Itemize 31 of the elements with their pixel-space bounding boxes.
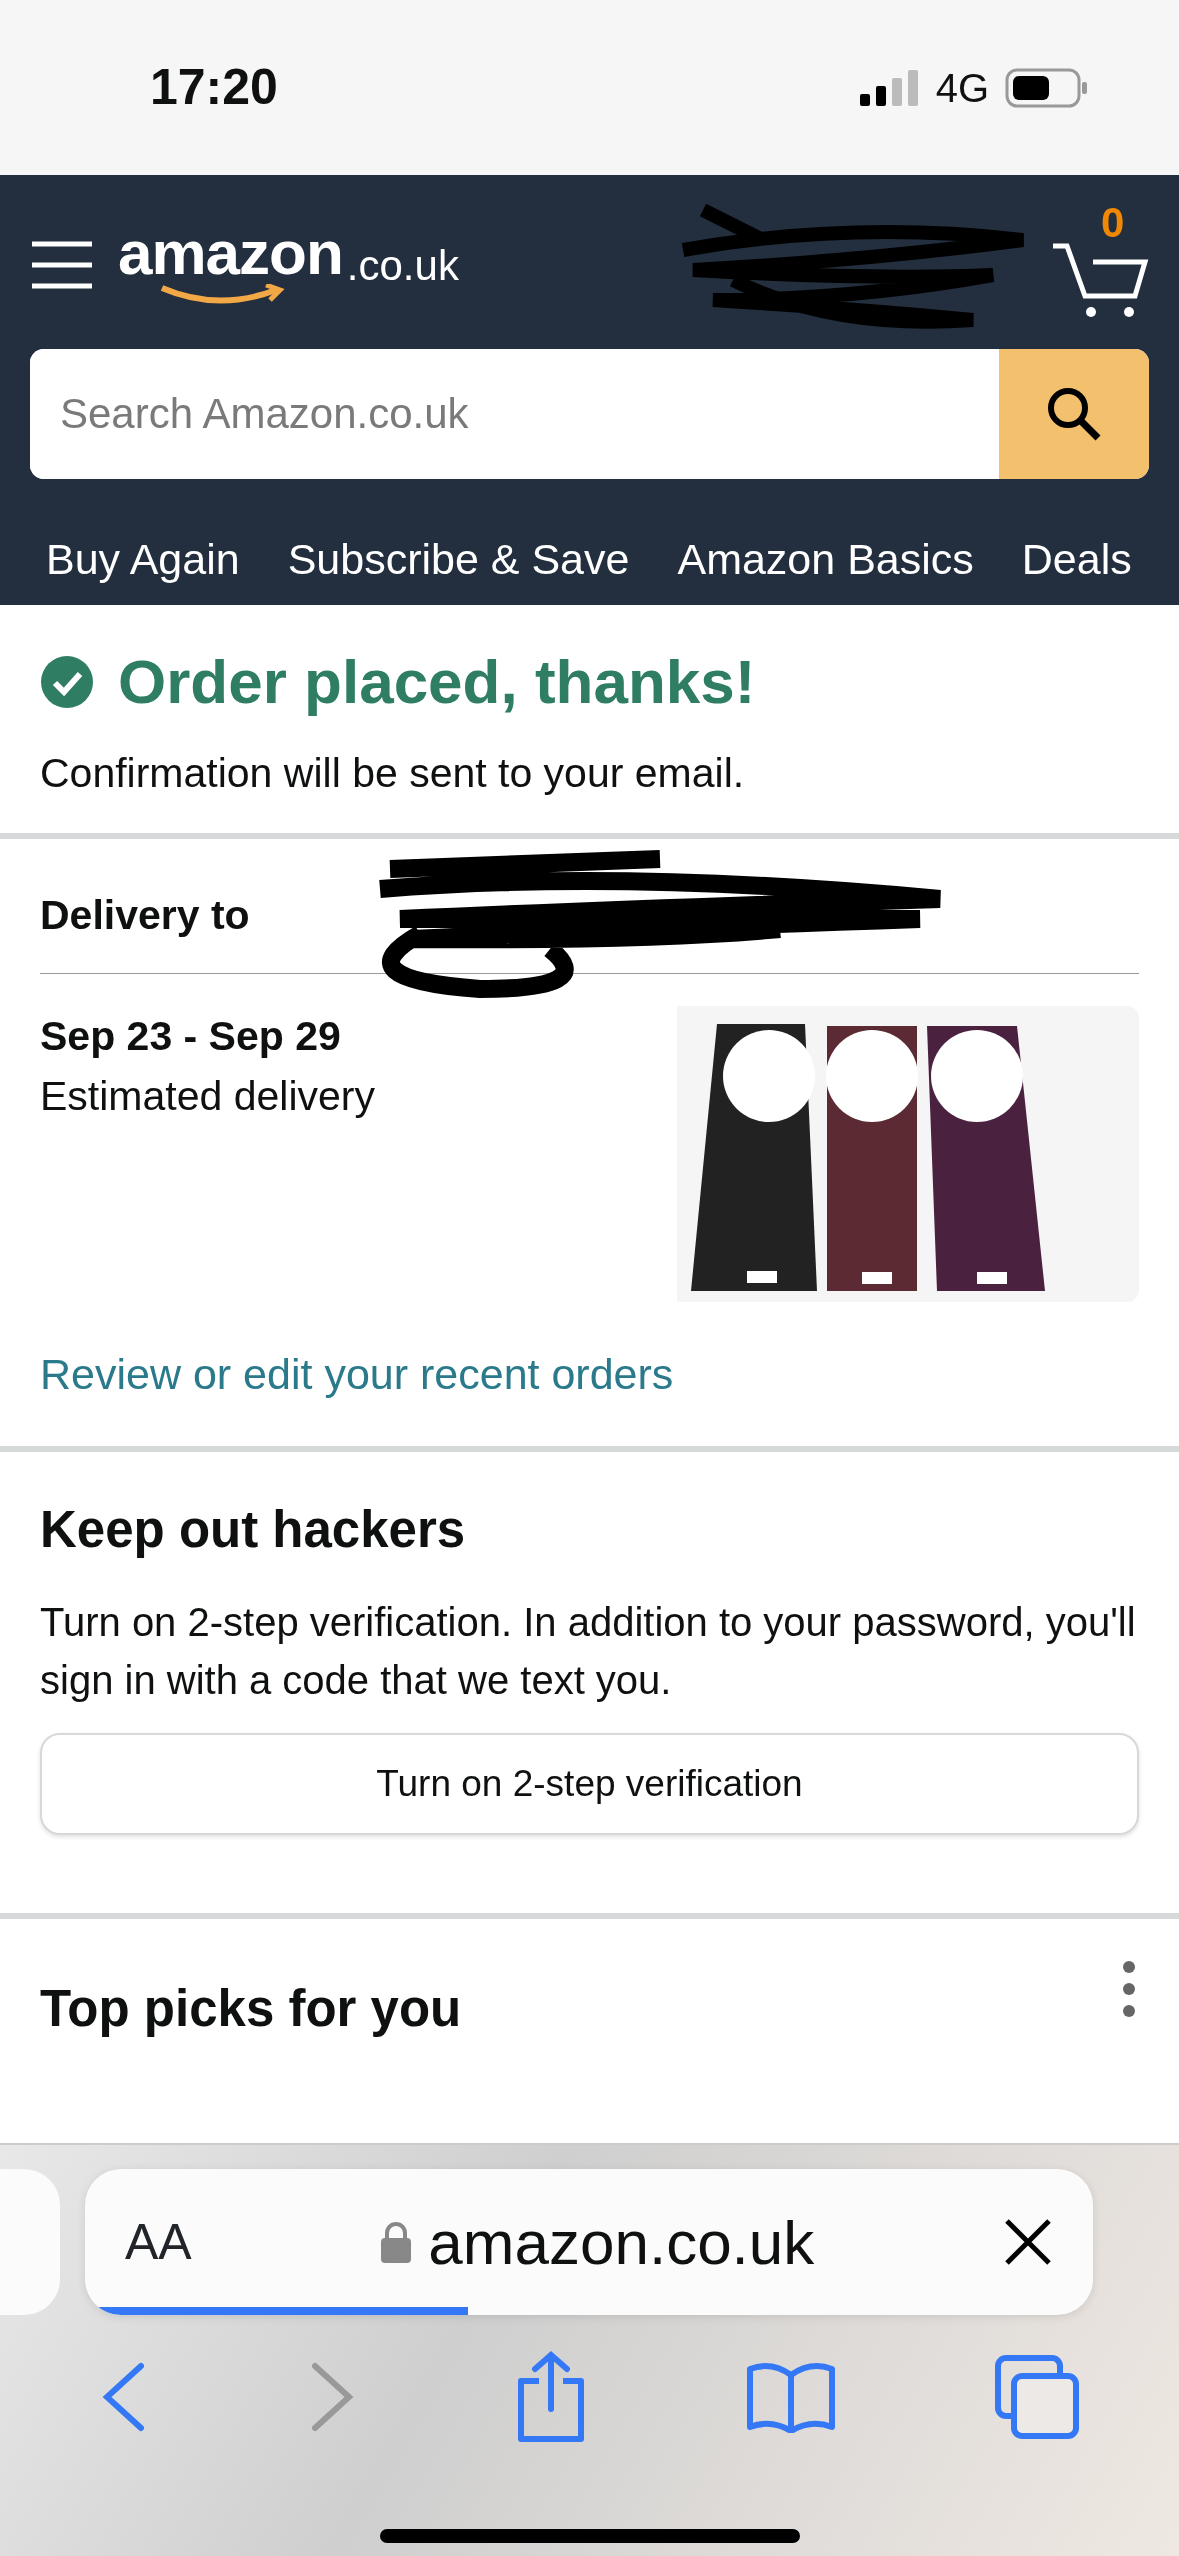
- confirmation-title: Order placed, thanks!: [118, 646, 756, 718]
- logo-text[interactable]: amazon: [118, 222, 343, 284]
- delivery-estimate: Estimated delivery: [40, 1072, 375, 1122]
- url-text: amazon.co.uk: [428, 2206, 815, 2279]
- address-bar[interactable]: AA amazon.co.uk: [85, 2169, 1093, 2315]
- recent-orders-link[interactable]: Review or edit your recent orders: [40, 1341, 674, 1407]
- network-label: 4G: [935, 64, 989, 112]
- delivery-label: Delivery to: [40, 892, 250, 939]
- check-circle-icon: [40, 654, 94, 709]
- logo-domain: .co.uk: [346, 240, 459, 291]
- search-button[interactable]: [999, 349, 1149, 479]
- menu-icon[interactable]: [30, 240, 94, 290]
- tabs-icon[interactable]: [993, 2354, 1080, 2440]
- two-step-button[interactable]: Turn on 2-step verification: [40, 1732, 1139, 1835]
- nav-link[interactable]: Amazon Basics: [677, 527, 974, 592]
- nav-link[interactable]: Deals: [1021, 527, 1132, 592]
- signal-icon: [859, 69, 920, 106]
- nav-link[interactable]: Subscribe & Save: [287, 527, 630, 592]
- security-title: Keep out hackers: [40, 1500, 467, 1561]
- text-size-button[interactable]: AA: [125, 2204, 192, 2280]
- book-icon[interactable]: [745, 2361, 836, 2433]
- delivery-dates: Sep 23 - Sep 29: [40, 1011, 342, 1061]
- nav-link[interactable]: Buy Again: [46, 527, 240, 592]
- section-title: Top picks for you: [40, 1978, 462, 2039]
- security-text: Turn on 2-step verification. In addition to your password, you'll sign in with a code that we text you.: [40, 1598, 1137, 1704]
- battery-icon: [1005, 67, 1089, 108]
- status-time: 17:20: [150, 58, 278, 117]
- confirmation-message: Confirmation will be sent to your email.: [40, 749, 746, 798]
- search-field[interactable]: Search Amazon.co.uk: [30, 349, 1149, 479]
- close-icon[interactable]: [1003, 2217, 1053, 2267]
- lock-icon: [380, 2221, 413, 2263]
